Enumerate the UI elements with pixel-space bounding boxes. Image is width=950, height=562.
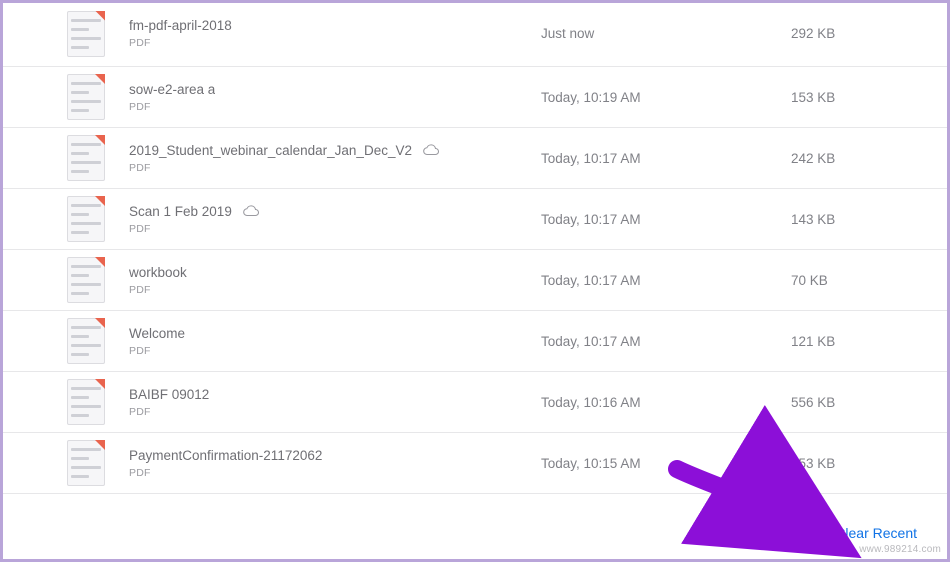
file-thumbnail (67, 11, 105, 57)
file-thumbnail (67, 257, 105, 303)
file-type: PDF (129, 345, 541, 357)
file-date: Today, 10:16 AM (541, 395, 791, 410)
file-type: PDF (129, 37, 541, 49)
file-name: workbook (129, 265, 187, 280)
file-size: 121 KB (791, 334, 927, 349)
file-name: PaymentConfirmation-21172062 (129, 448, 322, 463)
file-row-6[interactable]: BAIBF 09012 PDF Today, 10:16 AM 556 KB (3, 372, 947, 433)
file-size: 242 KB (791, 151, 927, 166)
clear-recent-link[interactable]: Clear Recent (835, 525, 917, 541)
file-name: 2019_Student_webinar_calendar_Jan_Dec_V2 (129, 143, 412, 158)
cloud-icon (422, 143, 440, 157)
file-list: fm-pdf-april-2018 PDF Just now 292 KB so… (3, 3, 947, 494)
file-name: sow-e2-area a (129, 82, 215, 97)
file-thumbnail (67, 196, 105, 242)
file-row-2[interactable]: 2019_Student_webinar_calendar_Jan_Dec_V2… (3, 128, 947, 189)
file-size: 70 KB (791, 273, 927, 288)
file-date: Just now (541, 26, 791, 41)
file-name-column: Welcome PDF (129, 326, 541, 357)
file-size: 253 KB (791, 456, 927, 471)
file-name-column: workbook PDF (129, 265, 541, 296)
file-size: 153 KB (791, 90, 927, 105)
file-name: BAIBF 09012 (129, 387, 209, 402)
file-name: Welcome (129, 326, 185, 341)
file-type: PDF (129, 162, 541, 174)
file-date: Today, 10:17 AM (541, 334, 791, 349)
file-name-column: fm-pdf-april-2018 PDF (129, 18, 541, 49)
cloud-icon (242, 204, 260, 218)
file-date: Today, 10:17 AM (541, 273, 791, 288)
file-name-column: 2019_Student_webinar_calendar_Jan_Dec_V2… (129, 143, 541, 174)
file-size: 143 KB (791, 212, 927, 227)
file-type: PDF (129, 467, 541, 479)
file-name-column: BAIBF 09012 PDF (129, 387, 541, 418)
file-size: 292 KB (791, 26, 927, 41)
file-type: PDF (129, 406, 541, 418)
file-row-0[interactable]: fm-pdf-april-2018 PDF Just now 292 KB (3, 3, 947, 67)
file-row-5[interactable]: Welcome PDF Today, 10:17 AM 121 KB (3, 311, 947, 372)
file-date: Today, 10:17 AM (541, 151, 791, 166)
file-date: Today, 10:15 AM (541, 456, 791, 471)
file-name: fm-pdf-april-2018 (129, 18, 232, 33)
file-row-4[interactable]: workbook PDF Today, 10:17 AM 70 KB (3, 250, 947, 311)
file-date: Today, 10:19 AM (541, 90, 791, 105)
file-thumbnail (67, 379, 105, 425)
recent-files-panel: fm-pdf-april-2018 PDF Just now 292 KB so… (0, 0, 950, 562)
file-type: PDF (129, 101, 541, 113)
file-thumbnail (67, 74, 105, 120)
watermark-text: www.989214.com (859, 544, 941, 555)
file-thumbnail (67, 135, 105, 181)
file-name: Scan 1 Feb 2019 (129, 204, 232, 219)
file-name-column: PaymentConfirmation-21172062 PDF (129, 448, 541, 479)
file-date: Today, 10:17 AM (541, 212, 791, 227)
file-thumbnail (67, 440, 105, 486)
file-thumbnail (67, 318, 105, 364)
file-type: PDF (129, 223, 541, 235)
file-name-column: sow-e2-area a PDF (129, 82, 541, 113)
file-row-7[interactable]: PaymentConfirmation-21172062 PDF Today, … (3, 433, 947, 494)
file-row-1[interactable]: sow-e2-area a PDF Today, 10:19 AM 153 KB (3, 67, 947, 128)
file-name-column: Scan 1 Feb 2019 PDF (129, 204, 541, 235)
file-row-3[interactable]: Scan 1 Feb 2019 PDF Today, 10:17 AM 143 … (3, 189, 947, 250)
file-size: 556 KB (791, 395, 927, 410)
file-type: PDF (129, 284, 541, 296)
